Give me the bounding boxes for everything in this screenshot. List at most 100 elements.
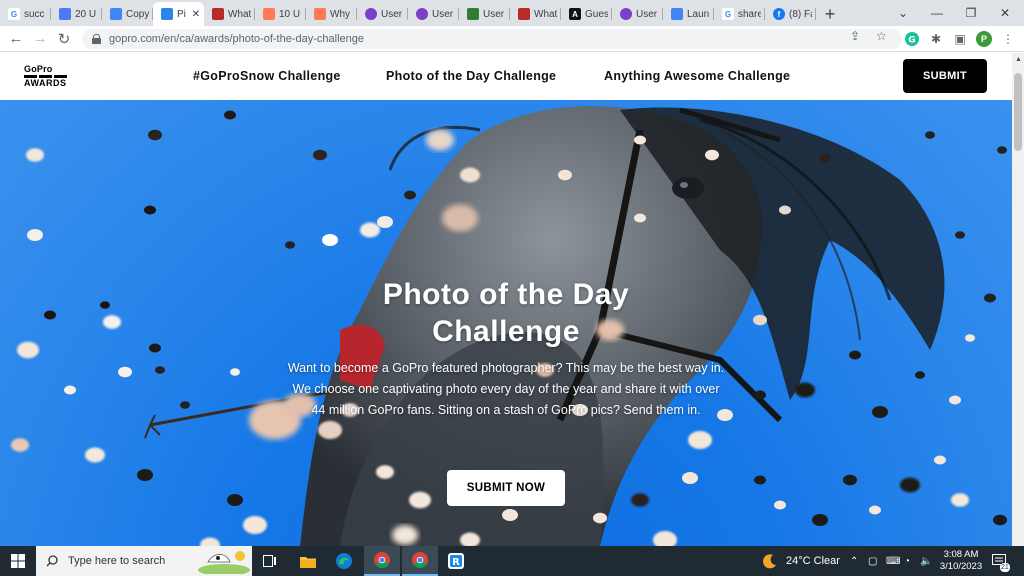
wifi-icon[interactable]: ◔ — [904, 546, 910, 576]
browser-tab[interactable]: User — [459, 2, 510, 26]
edge-browser-icon[interactable] — [326, 546, 362, 576]
browser-tab-label: 20 U — [75, 8, 97, 20]
snow-particle — [872, 406, 888, 418]
browser-tab-label: Why — [330, 8, 350, 20]
snow-particle — [103, 315, 121, 329]
show-hidden-icons-chevron-icon[interactable]: ⌃ — [850, 546, 858, 576]
address-bar[interactable]: gopro.com/en/ca/awards/photo-of-the-day-… — [82, 29, 902, 49]
windows-start-icon[interactable] — [0, 546, 36, 576]
browser-tab[interactable]: Copy — [102, 2, 153, 26]
snow-particle — [688, 431, 712, 449]
close-tab-icon[interactable]: ✕ — [192, 9, 200, 20]
snow-particle — [634, 135, 646, 145]
browser-tab[interactable]: 20 U — [51, 2, 102, 26]
scroll-thumb[interactable] — [1014, 73, 1022, 151]
browser-menu-icon[interactable]: ⋮ — [998, 29, 1018, 49]
back-icon[interactable]: ← — [4, 30, 28, 47]
weather-text: 24°C Clear — [786, 555, 840, 567]
browser-tab[interactable]: User — [357, 2, 408, 26]
snow-particle — [754, 390, 766, 400]
browser-tab[interactable]: Gsucc — [0, 2, 51, 26]
snow-particle — [843, 474, 857, 486]
close-window-icon[interactable]: ✕ — [988, 0, 1022, 26]
new-tab-button[interactable]: + — [816, 2, 844, 26]
browser-tab[interactable]: f (8) Fa — [765, 2, 816, 26]
keyboard-icon[interactable]: ⌨ — [886, 546, 900, 576]
snow-particle — [925, 131, 935, 139]
snow-particle — [227, 494, 243, 506]
quora-icon — [518, 8, 530, 20]
browser-tab[interactable]: Laun — [663, 2, 714, 26]
gopro-awards-logo[interactable]: GoPro AWARDS — [24, 65, 68, 89]
browser-tab[interactable]: What — [510, 2, 561, 26]
volume-icon[interactable]: 🔈 — [920, 546, 932, 576]
side-panel-icon[interactable]: ▣ — [950, 29, 970, 49]
tab-search-icon[interactable]: ⌄ — [886, 0, 920, 26]
restore-icon[interactable]: ❐ — [954, 0, 988, 26]
nav-gopro-snow-challenge[interactable]: #GoProSnow Challenge — [193, 69, 341, 83]
chrome-profile-taskbar-icon[interactable] — [402, 546, 438, 576]
notifications-icon[interactable]: 21 — [992, 546, 1010, 576]
task-view-icon[interactable] — [252, 546, 288, 576]
browser-tab[interactable]: User — [612, 2, 663, 26]
hero-description: Want to become a GoPro featured photogra… — [287, 361, 725, 417]
page-scrollbar[interactable]: ▲ — [1012, 53, 1024, 546]
chrome-taskbar-icon[interactable] — [364, 546, 400, 576]
forward-icon[interactable]: → — [28, 30, 52, 47]
profile-avatar[interactable]: P — [974, 29, 994, 49]
browser-tab-label: User — [432, 8, 454, 20]
hubspot-icon — [314, 8, 326, 20]
meet-now-icon[interactable]: ▢ — [868, 546, 877, 576]
snow-particle — [144, 205, 156, 215]
share-icon[interactable]: ⇪ — [850, 29, 860, 43]
lock-icon — [92, 34, 101, 44]
snow-particle — [951, 493, 969, 507]
file-explorer-icon[interactable] — [290, 546, 326, 576]
app-r-taskbar-icon[interactable]: R — [438, 546, 474, 576]
snow-particle — [795, 382, 815, 398]
snow-particle — [149, 343, 161, 353]
snow-particle — [243, 516, 267, 534]
browser-tab[interactable]: Gshare — [714, 2, 765, 26]
grammarly-icon[interactable]: G — [902, 29, 922, 49]
snow-particle — [900, 477, 920, 493]
snow-particle — [593, 512, 607, 524]
snow-particle — [392, 525, 418, 545]
site-header: GoPro AWARDS #GoProSnow Challenge Photo … — [0, 53, 1012, 100]
snow-particle — [26, 148, 44, 162]
snow-particle — [915, 371, 925, 379]
browser-tab-label: Pi — [177, 8, 186, 20]
snow-particle — [682, 472, 698, 484]
reload-icon[interactable]: ↻ — [52, 30, 76, 48]
gopro-awards-icon — [161, 8, 173, 20]
submit-now-button[interactable]: SUBMIT NOW — [447, 470, 565, 506]
snow-particle — [934, 455, 946, 465]
system-clock[interactable]: 3:08 AM 3/10/2023 — [936, 549, 986, 573]
bookmark-star-icon[interactable]: ☆ — [876, 29, 887, 43]
circle-icon — [365, 8, 377, 20]
nav-anything-awesome-challenge[interactable]: Anything Awesome Challenge — [604, 69, 790, 83]
browser-tab[interactable]: What — [204, 2, 255, 26]
minimize-icon[interactable]: — — [920, 0, 954, 26]
browser-tab[interactable]: 10 U — [255, 2, 306, 26]
scroll-up-arrow-icon[interactable]: ▲ — [1015, 56, 1022, 63]
docs-icon — [110, 8, 122, 20]
snow-particle — [869, 505, 881, 515]
snow-particle — [426, 129, 454, 151]
google-icon: G — [8, 8, 20, 20]
nav-photo-of-the-day-challenge[interactable]: Photo of the Day Challenge — [386, 69, 556, 83]
clock-date: 3/10/2023 — [939, 561, 983, 572]
snow-particle — [180, 401, 190, 409]
google-icon: G — [722, 8, 734, 20]
browser-tab[interactable]: Why — [306, 2, 357, 26]
browser-tab[interactable]: A Gues — [561, 2, 612, 26]
weather-widget[interactable]: 24°C Clear — [762, 546, 840, 576]
snow-particle — [155, 366, 165, 374]
extensions-puzzle-icon[interactable]: ✱ — [926, 29, 946, 49]
taskbar-search-box[interactable]: Type here to search — [36, 546, 252, 576]
snow-particle — [965, 334, 975, 342]
snow-particle — [653, 531, 677, 546]
browser-tab[interactable]: Pi ✕ — [153, 2, 204, 26]
browser-tab[interactable]: User — [408, 2, 459, 26]
submit-button[interactable]: SUBMIT — [903, 59, 987, 93]
